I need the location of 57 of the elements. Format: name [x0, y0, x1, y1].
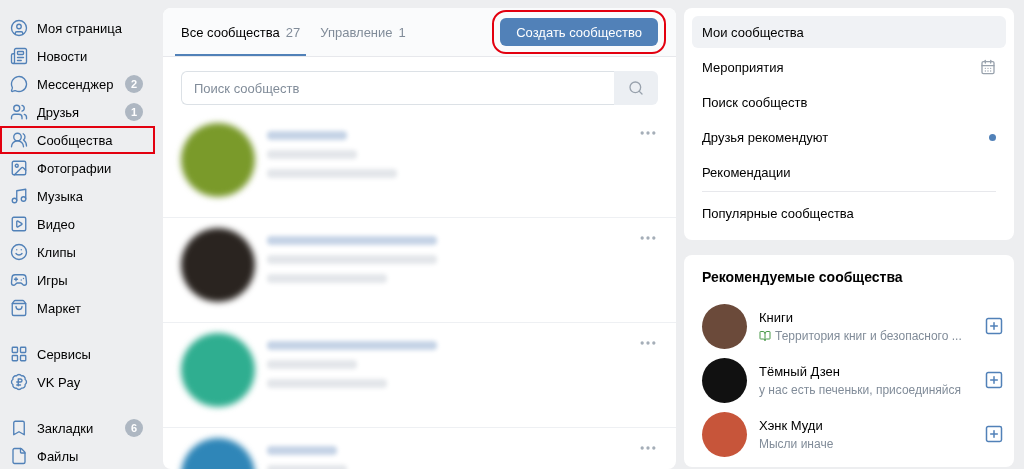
menu-item[interactable]: Рекомендации: [692, 156, 1006, 188]
newspaper-icon: [10, 47, 28, 65]
count-badge: 2: [125, 75, 143, 93]
search-icon: [628, 80, 644, 96]
book-icon: [759, 329, 771, 342]
bag-icon: [10, 299, 28, 317]
music-note-icon: [10, 187, 28, 205]
sidebar-item[interactable]: Маркет: [0, 294, 155, 322]
file-icon: [10, 447, 28, 465]
bookmark-icon: [10, 419, 28, 437]
grid-icon: [10, 345, 28, 363]
sidebar-item[interactable]: Сервисы: [0, 340, 155, 368]
section-title: Рекомендуемые сообщества: [702, 269, 904, 285]
sidebar-item[interactable]: Закладки 6: [0, 414, 155, 442]
sidebar-item[interactable]: Клипы: [0, 238, 155, 266]
community-name[interactable]: Хэнк Муди: [759, 417, 972, 433]
group-icon: [10, 131, 28, 149]
play-square-icon: [10, 215, 28, 233]
sidebar-item[interactable]: Файлы: [0, 442, 155, 469]
image-icon: [10, 159, 28, 177]
menu-item[interactable]: Друзья рекомендуют: [692, 121, 1006, 153]
count-badge: 1: [125, 103, 143, 121]
sidebar-item[interactable]: Музыка: [0, 182, 155, 210]
community-description: у нас есть печеньки, присоединяйся: [759, 382, 963, 397]
search-field[interactable]: Поиск сообществ: [181, 71, 614, 105]
user-circle-icon: [10, 19, 28, 37]
add-icon[interactable]: [984, 316, 1004, 336]
chat-bubble-icon: [10, 75, 28, 93]
sidebar-item[interactable]: Игры: [0, 266, 155, 294]
add-icon[interactable]: [984, 424, 1004, 444]
ruble-badge-icon: [10, 373, 28, 391]
add-icon[interactable]: [984, 370, 1004, 390]
community-name[interactable]: Книги: [759, 309, 972, 325]
sidebar-item[interactable]: Фотографии: [0, 154, 155, 182]
menu-item[interactable]: Популярные сообщества: [692, 197, 1006, 229]
community-name[interactable]: Тёмный Дзен: [759, 363, 972, 379]
community-description: Территория книг и безопасного ...: [759, 328, 972, 343]
menu-item[interactable]: Мои сообщества: [692, 16, 1006, 48]
tab[interactable]: Все сообщества 27: [175, 8, 307, 56]
calendar-icon: [980, 59, 996, 75]
menu-item[interactable]: Мероприятия: [692, 51, 1006, 83]
menu-item[interactable]: Поиск сообществ: [692, 86, 1006, 118]
status-dot: [989, 133, 996, 141]
sidebar-item[interactable]: Видео: [0, 210, 155, 238]
sidebar-item[interactable]: VK Pay: [0, 368, 155, 396]
sidebar-item[interactable]: Мессенджер 2: [0, 70, 155, 98]
sidebar-item[interactable]: Моя страница: [0, 14, 155, 42]
community-description: Мысли иначе: [759, 436, 835, 451]
sidebar-item[interactable]: Друзья 1: [0, 98, 155, 126]
people-icon: [10, 103, 28, 121]
blurred-text: [267, 446, 337, 455]
gamepad-icon: [10, 271, 28, 289]
sidebar-item[interactable]: Сообщества: [0, 126, 155, 154]
sidebar-item[interactable]: Новости: [0, 42, 155, 70]
search-button[interactable]: [614, 71, 658, 105]
count-badge: 6: [125, 419, 143, 437]
smile-icon: [10, 243, 28, 261]
